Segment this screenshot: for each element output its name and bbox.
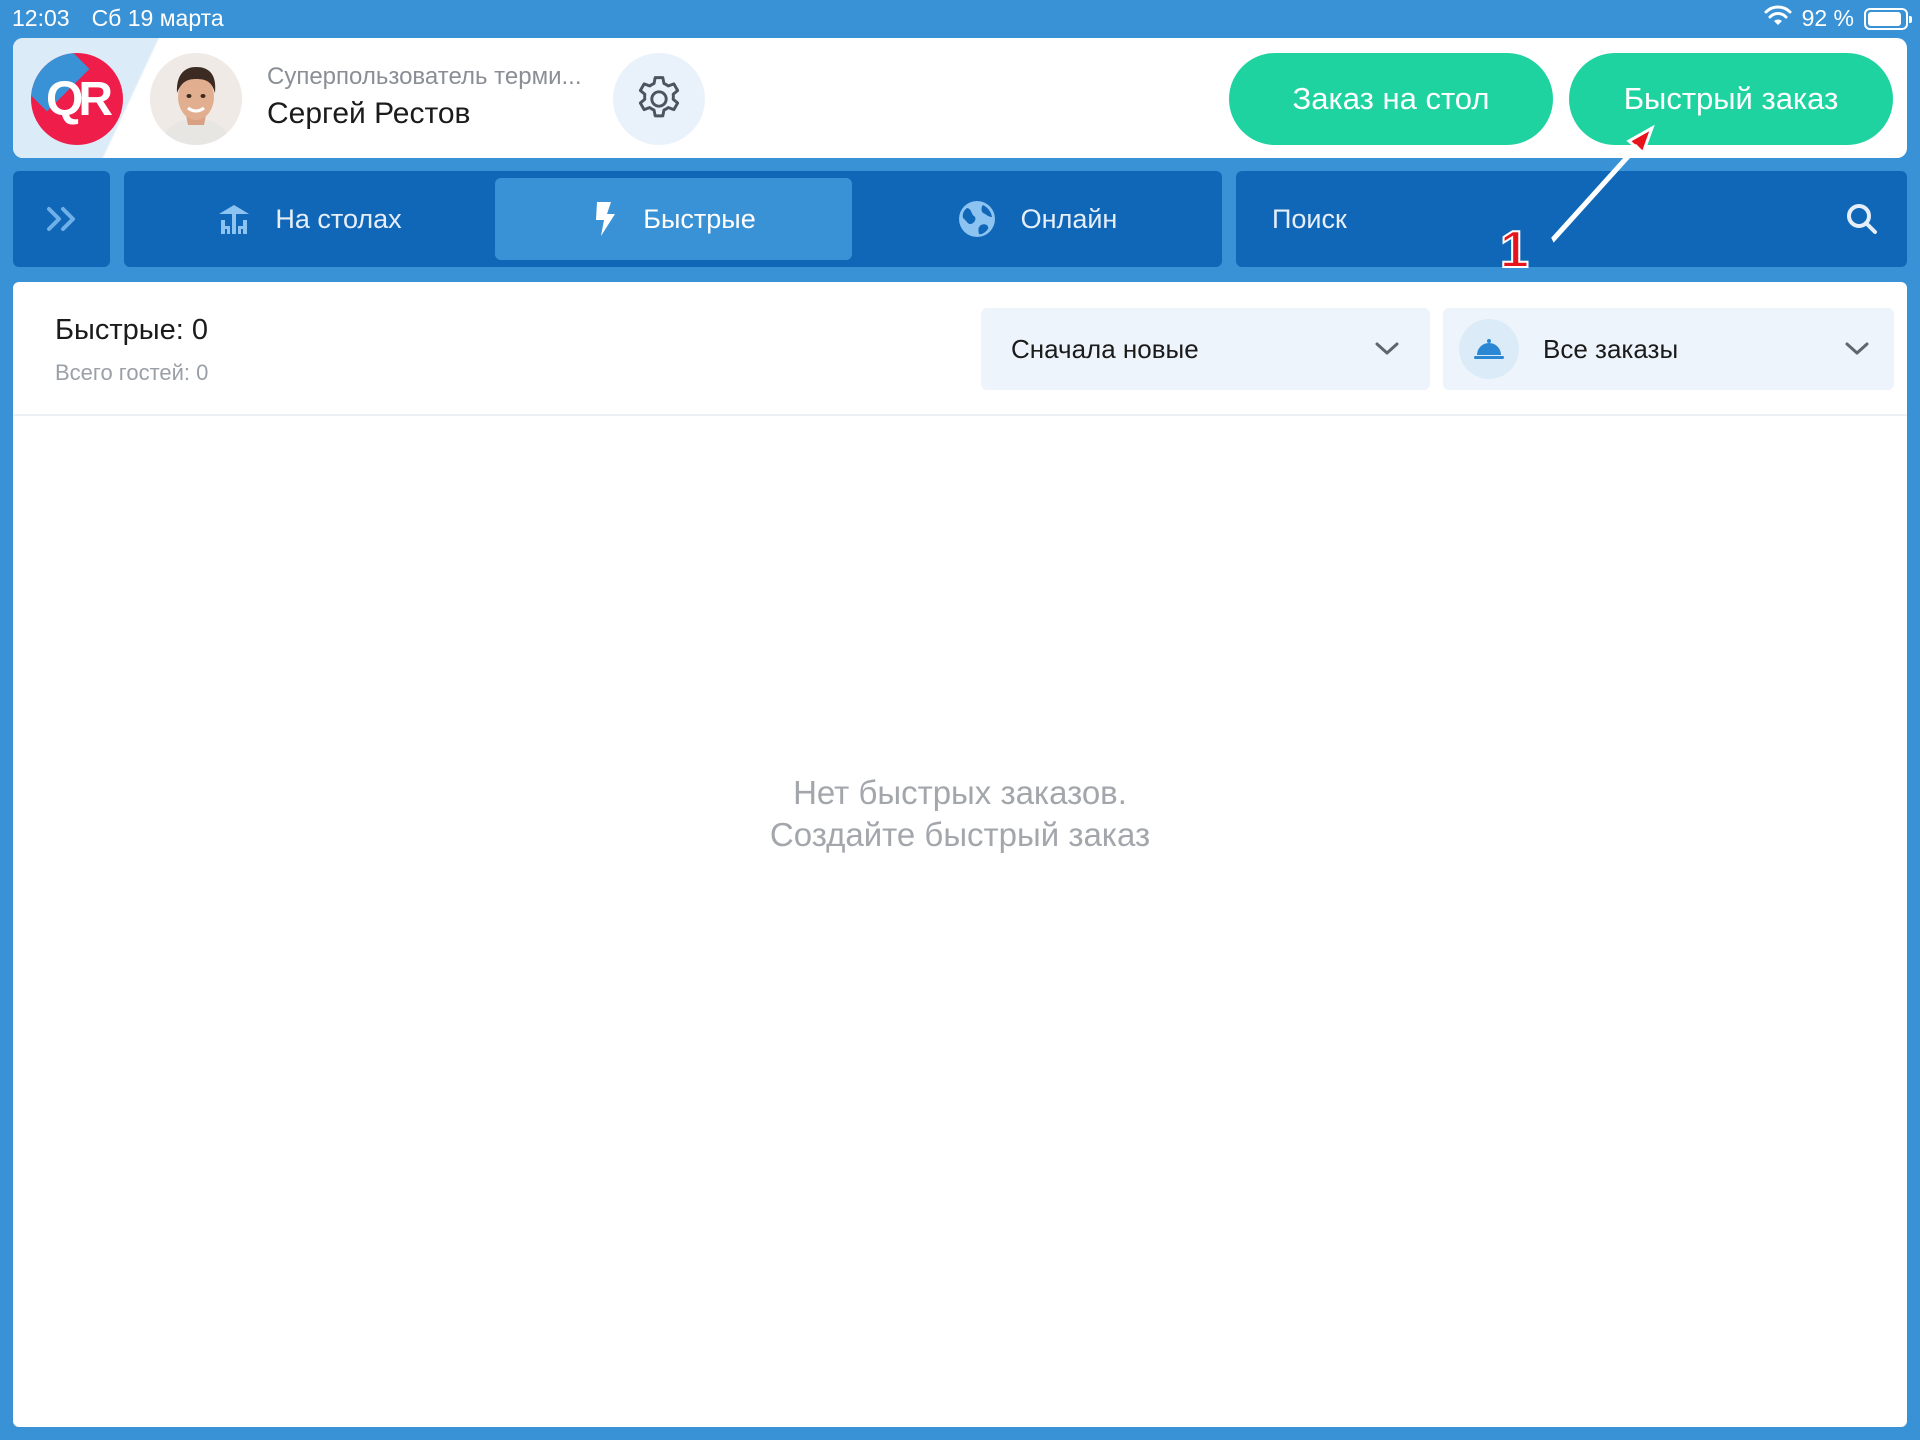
battery-icon xyxy=(1864,7,1912,30)
table-order-button[interactable]: Заказ на стол xyxy=(1229,53,1553,145)
step-number: 1 xyxy=(1499,220,1530,280)
empty-state: Нет быстрых заказов. Создайте быстрый за… xyxy=(13,772,1907,856)
user-role: Суперпользователь терми... xyxy=(267,63,582,90)
battery-percent: 92 % xyxy=(1801,5,1854,31)
quick-order-button[interactable]: Быстрый заказ xyxy=(1569,53,1893,145)
status-date: Сб 19 марта xyxy=(91,5,224,31)
settings-button[interactable] xyxy=(613,53,705,145)
tab-bar: На столах Быстрые Онлайн xyxy=(124,171,1222,267)
filter-value: Все заказы xyxy=(1543,333,1679,364)
orders-subheader: Быстрые: 0 Всего гостей: 0 Сначала новые… xyxy=(13,282,1907,416)
sort-value: Сначала новые xyxy=(1011,333,1199,364)
logo-text: QR xyxy=(46,72,113,126)
lightning-icon xyxy=(596,202,616,236)
tab-label: На столах xyxy=(275,203,402,234)
wifi-icon xyxy=(1764,5,1792,33)
search-input[interactable] xyxy=(1272,203,1845,235)
filter-select[interactable]: Все заказы xyxy=(1443,308,1894,390)
header-bar: QR Суперпользователь терми... Сергей Рес… xyxy=(13,38,1907,158)
battery-fill xyxy=(1868,11,1902,26)
serving-bell-icon xyxy=(1474,339,1504,359)
expand-sidebar-button[interactable] xyxy=(13,171,110,267)
status-bar: 12:03 Сб 19 марта 92 % xyxy=(0,0,1920,37)
user-portrait-icon xyxy=(150,53,242,145)
search-bar xyxy=(1236,171,1907,267)
chevron-down-icon xyxy=(1845,342,1869,355)
orders-count-title: Быстрые: 0 xyxy=(55,314,209,346)
empty-state-line1: Нет быстрых заказов. xyxy=(793,774,1127,811)
user-info: Суперпользователь терми... Сергей Рестов xyxy=(267,63,582,131)
tables-icon xyxy=(219,205,250,234)
tab-quick[interactable]: Быстрые xyxy=(495,178,852,260)
status-time: 12:03 xyxy=(12,5,70,31)
orders-panel: Быстрые: 0 Всего гостей: 0 Сначала новые… xyxy=(13,282,1907,1427)
app-logo: QR xyxy=(31,53,123,145)
avatar[interactable] xyxy=(150,53,242,145)
tab-label: Быстрые xyxy=(643,203,756,234)
chevron-down-icon xyxy=(1375,342,1399,355)
globe-icon xyxy=(958,201,995,237)
tab-label: Онлайн xyxy=(1020,203,1118,234)
user-name: Сергей Рестов xyxy=(267,97,471,130)
tab-online[interactable]: Онлайн xyxy=(852,178,1222,260)
search-icon[interactable] xyxy=(1845,202,1879,236)
sort-select[interactable]: Сначала новые xyxy=(981,308,1430,390)
empty-state-line2: Создайте быстрый заказ xyxy=(769,816,1151,853)
gear-icon xyxy=(638,76,680,118)
status-right: 92 % xyxy=(1764,5,1912,33)
tab-on-tables[interactable]: На столах xyxy=(124,178,495,260)
filter-icon-circle xyxy=(1459,319,1519,379)
double-chevron-right-icon xyxy=(46,207,75,231)
guests-count: Всего гостей: 0 xyxy=(55,360,209,385)
